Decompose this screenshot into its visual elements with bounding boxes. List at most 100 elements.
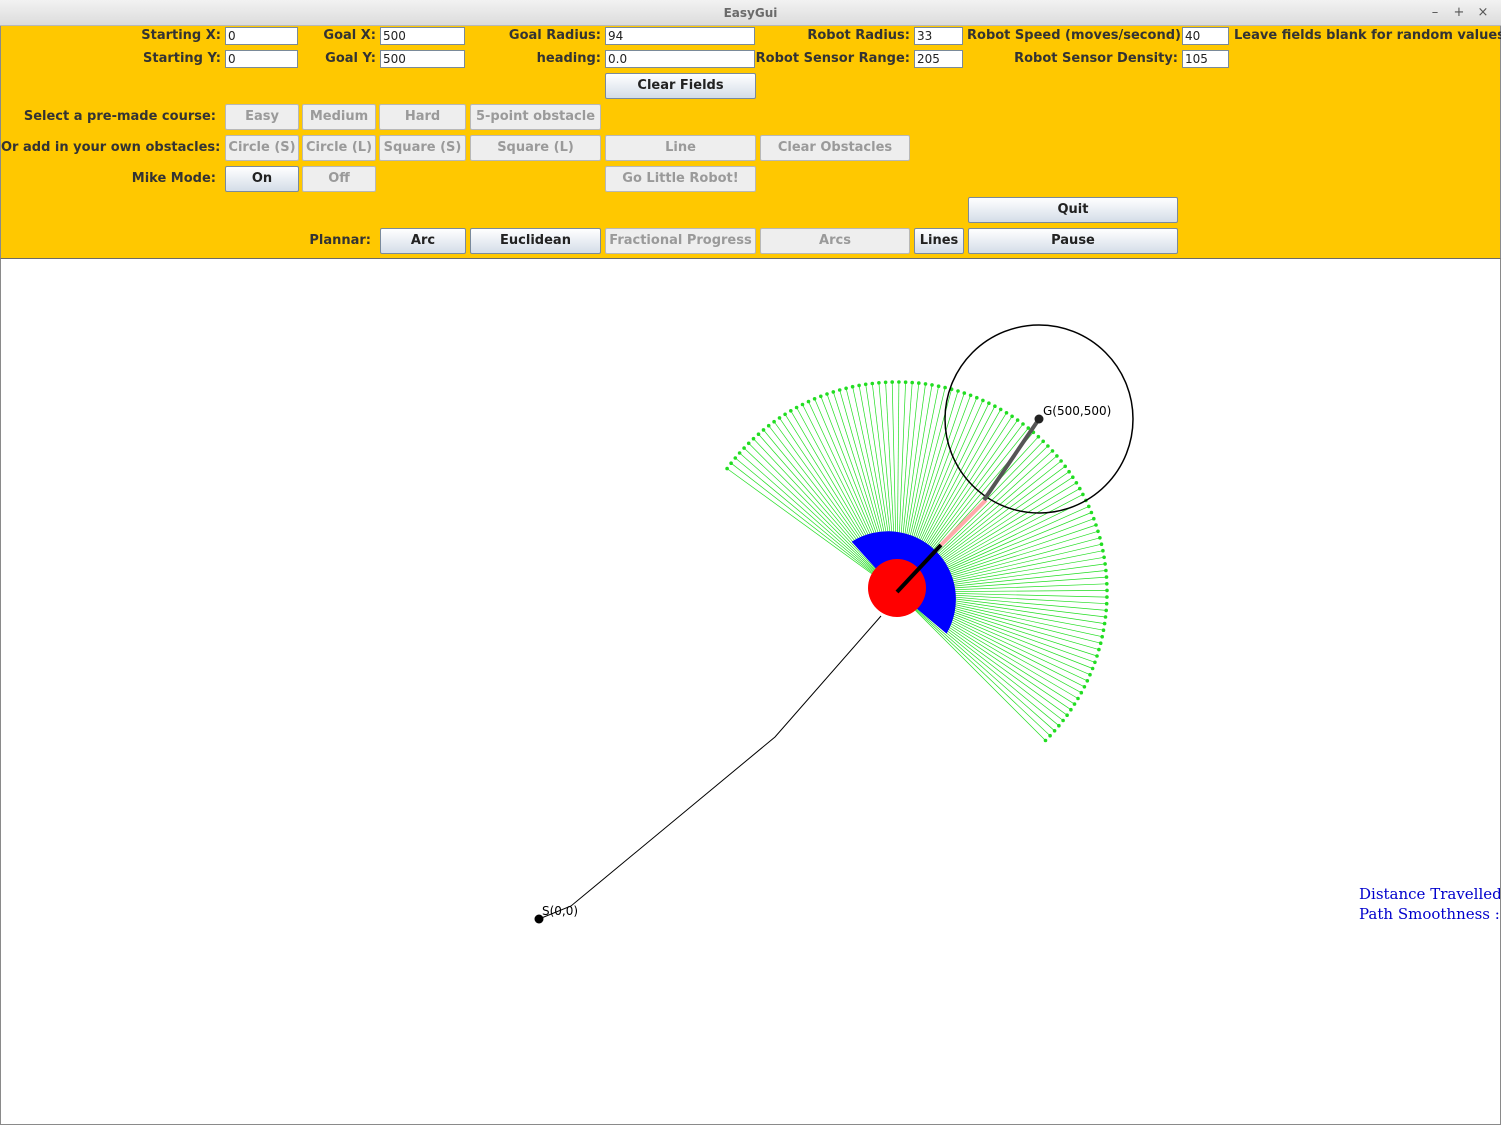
sensor-endpoint [783, 412, 787, 417]
easy-course-button[interactable]: Easy [225, 104, 299, 130]
obstacles-label: Or add in your own obstacles: [1, 140, 221, 155]
sensor-endpoint [806, 399, 811, 404]
hard-course-button[interactable]: Hard [379, 104, 466, 130]
robot-speed-field[interactable] [1182, 27, 1229, 45]
sensor-endpoint [1021, 422, 1025, 426]
heading-label: heading: [536, 51, 601, 66]
sensor-endpoint [1076, 696, 1080, 701]
go-little-robot-button[interactable]: Go Little Robot! [605, 166, 756, 192]
sensor-endpoint [956, 389, 960, 393]
sensor-endpoint [1092, 516, 1096, 521]
sensor-endpoint [1010, 414, 1014, 419]
starting-y-field[interactable] [225, 50, 298, 68]
sensor-endpoint [998, 407, 1003, 412]
robot-sensor-density-field[interactable] [1182, 50, 1229, 68]
sensor-endpoint [1046, 444, 1050, 448]
sensor-endpoint [903, 380, 908, 384]
sensor-endpoint [766, 423, 771, 428]
sensor-endpoint [1041, 439, 1045, 444]
quit-button[interactable]: Quit [968, 197, 1178, 223]
sensor-endpoint [1081, 492, 1085, 497]
heading-field[interactable] [605, 50, 755, 68]
line-obstacle-button[interactable]: Line [605, 135, 756, 161]
path-smoothness-stat: Path Smoothness : [1359, 905, 1500, 923]
sensor-endpoint [1015, 418, 1020, 422]
square-large-button[interactable]: Square (L) [470, 135, 601, 161]
sensor-endpoint [1065, 713, 1069, 717]
square-small-button[interactable]: Square (S) [379, 135, 466, 161]
lines-button[interactable]: Lines [914, 228, 964, 254]
sensor-endpoint [1095, 654, 1099, 658]
clear-obstacles-button[interactable]: Clear Obstacles [760, 135, 910, 161]
sensor-endpoint [1059, 459, 1063, 463]
sensor-endpoint [1099, 542, 1104, 546]
starting-y-label: Starting Y: [143, 51, 221, 66]
sensor-endpoint [910, 380, 914, 385]
sensor-endpoint [1067, 469, 1071, 474]
distance-travelled-stat: Distance Travelled [1359, 885, 1501, 903]
sensor-ray [735, 457, 898, 593]
simulation-canvas[interactable]: S(0,0) G(500,500) Distance Travelled Pat… [0, 258, 1501, 1125]
circle-small-button[interactable]: Circle (S) [225, 135, 299, 161]
sensor-endpoint [987, 401, 991, 405]
five-point-obstacle-button[interactable]: 5-point obstacle [470, 104, 601, 130]
mike-mode-off-button[interactable]: Off [302, 166, 376, 192]
sensor-endpoint [943, 385, 947, 390]
circle-large-button[interactable]: Circle (L) [302, 135, 376, 161]
sensor-endpoint [1101, 548, 1105, 553]
sensor-endpoint [850, 384, 855, 389]
sensor-endpoint [1098, 536, 1102, 540]
sensor-endpoint [1097, 647, 1101, 652]
sensor-endpoint [1105, 595, 1109, 599]
robot-sensor-range-field[interactable] [914, 50, 963, 68]
window-title: EasyGui [723, 6, 778, 20]
sensor-endpoint [794, 405, 799, 410]
mike-mode-on-button[interactable]: On [225, 166, 299, 192]
sensor-ray [726, 468, 898, 593]
arc-planner-button[interactable]: Arc [380, 228, 466, 254]
sensor-endpoint [1069, 707, 1073, 712]
robot-radius-field[interactable] [914, 27, 963, 45]
sensor-endpoint [1043, 738, 1048, 743]
sensor-endpoint [1085, 679, 1090, 683]
sensor-endpoint [1063, 464, 1067, 469]
medium-course-button[interactable]: Medium [302, 104, 376, 130]
sensor-endpoint [1102, 621, 1107, 626]
sensor-endpoint [993, 404, 997, 408]
sensor-endpoint [962, 391, 967, 395]
sensor-endpoint [1101, 628, 1106, 632]
clear-fields-button[interactable]: Clear Fields [605, 73, 756, 99]
maximize-icon[interactable]: + [1450, 4, 1468, 22]
pause-button[interactable]: Pause [968, 228, 1178, 254]
sensor-endpoint [863, 382, 868, 387]
starting-x-field[interactable] [225, 27, 298, 45]
close-icon[interactable]: × [1474, 4, 1492, 22]
goal-y-label: Goal Y: [325, 51, 376, 66]
minimize-icon[interactable]: – [1426, 4, 1444, 22]
sensor-endpoint [1057, 723, 1061, 728]
goal-x-field[interactable] [380, 27, 465, 45]
sensor-endpoint [917, 381, 921, 385]
arcs-button[interactable]: Arcs [760, 228, 910, 254]
sensor-endpoint [1036, 434, 1041, 439]
sensor-endpoint [1105, 582, 1109, 586]
sensor-endpoint [1048, 733, 1052, 738]
sensor-endpoint [1078, 486, 1082, 491]
sensor-endpoint [751, 436, 756, 441]
sensor-endpoint [968, 393, 973, 398]
euclidean-planner-button[interactable]: Euclidean [470, 228, 601, 254]
sensor-endpoint [930, 383, 934, 387]
sensor-endpoint [1104, 575, 1109, 579]
goal-y-field[interactable] [380, 50, 465, 68]
sensor-endpoint [772, 419, 776, 424]
sensor-endpoint [1104, 608, 1108, 613]
sensor-endpoint [981, 398, 985, 403]
goal-radius-field[interactable] [605, 27, 755, 45]
sensor-endpoint [890, 380, 894, 384]
sensor-endpoint [1052, 729, 1057, 733]
starting-x-label: Starting X: [141, 28, 221, 43]
course-label: Select a pre-made course: [23, 109, 216, 124]
sensor-endpoint [1088, 672, 1092, 677]
random-values-hint: Leave fields blank for random values! [1234, 28, 1501, 43]
fractional-progress-button[interactable]: Fractional Progress [605, 228, 756, 254]
